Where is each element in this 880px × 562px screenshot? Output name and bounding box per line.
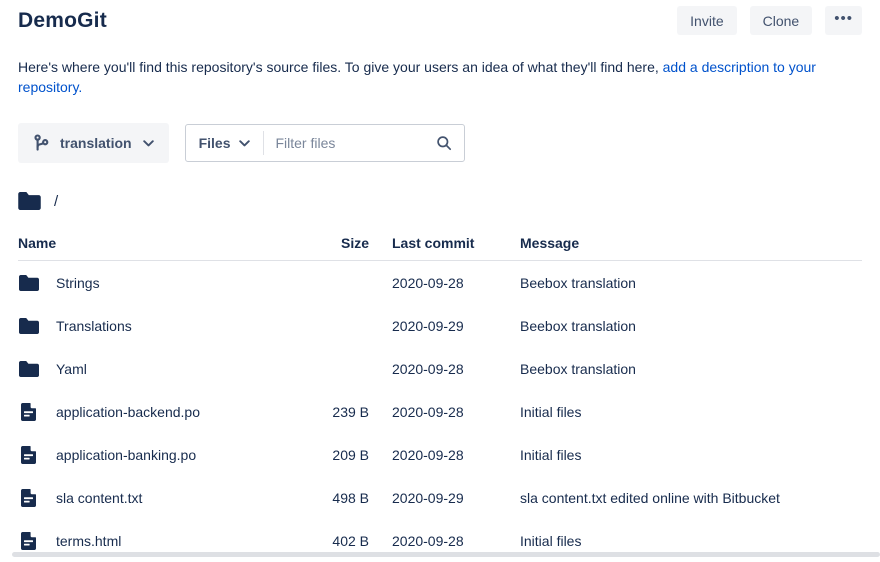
row-message: sla content.txt edited online with Bitbu… bbox=[520, 490, 862, 506]
chevron-down-icon bbox=[143, 140, 154, 147]
row-size: 239 B bbox=[309, 404, 369, 420]
row-name-link[interactable]: application-backend.po bbox=[56, 404, 200, 420]
current-path[interactable]: / bbox=[54, 193, 58, 210]
ellipsis-icon: ••• bbox=[834, 11, 853, 26]
row-last-commit: 2020-09-28 bbox=[369, 447, 520, 463]
row-last-commit: 2020-09-28 bbox=[369, 275, 520, 291]
header-actions: Invite Clone ••• bbox=[677, 6, 862, 35]
row-name-link[interactable]: Yaml bbox=[56, 361, 87, 377]
row-last-commit: 2020-09-29 bbox=[369, 490, 520, 506]
row-last-commit: 2020-09-28 bbox=[369, 361, 520, 377]
folder-icon bbox=[18, 361, 39, 377]
header-last-commit: Last commit bbox=[369, 235, 520, 251]
table-row[interactable]: application-banking.po 209 B 2020-09-28 … bbox=[18, 433, 862, 476]
source-controls: translation Files bbox=[18, 123, 862, 163]
row-name-link[interactable]: Translations bbox=[56, 318, 132, 334]
file-icon bbox=[18, 403, 39, 421]
description-text: Here's where you'll find this repository… bbox=[18, 59, 663, 75]
row-name-link[interactable]: terms.html bbox=[56, 533, 121, 549]
row-last-commit: 2020-09-28 bbox=[369, 404, 520, 420]
row-message: Beebox translation bbox=[520, 275, 862, 291]
filter-type-label: Files bbox=[199, 135, 231, 151]
page-title: DemoGit bbox=[18, 9, 107, 33]
file-icon bbox=[18, 446, 39, 464]
row-size: 209 B bbox=[309, 447, 369, 463]
invite-button[interactable]: Invite bbox=[677, 6, 736, 35]
row-size: 402 B bbox=[309, 533, 369, 549]
horizontal-scrollbar[interactable] bbox=[12, 552, 880, 557]
page-header: DemoGit Invite Clone ••• bbox=[18, 0, 862, 36]
table-row[interactable]: Strings 2020-09-28 Beebox translation bbox=[18, 261, 862, 304]
row-message: Beebox translation bbox=[520, 361, 862, 377]
table-row[interactable]: Translations 2020-09-29 Beebox translati… bbox=[18, 304, 862, 347]
row-message: Initial files bbox=[520, 533, 862, 549]
table-header-row: Name Size Last commit Message bbox=[18, 235, 862, 261]
branch-selector[interactable]: translation bbox=[18, 123, 169, 163]
more-options-button[interactable]: ••• bbox=[825, 6, 862, 35]
row-last-commit: 2020-09-28 bbox=[369, 533, 520, 549]
row-message: Initial files bbox=[520, 404, 862, 420]
folder-icon bbox=[18, 318, 39, 334]
breadcrumb: / bbox=[18, 191, 862, 211]
filter-files-input[interactable] bbox=[264, 135, 435, 151]
repo-description: Here's where you'll find this repository… bbox=[18, 57, 862, 97]
header-message: Message bbox=[520, 235, 862, 251]
table-row[interactable]: application-backend.po 239 B 2020-09-28 … bbox=[18, 390, 862, 433]
file-table: Name Size Last commit Message Strings 20… bbox=[18, 235, 862, 562]
file-filter-group: Files bbox=[185, 124, 465, 162]
row-message: Beebox translation bbox=[520, 318, 862, 334]
file-icon bbox=[18, 489, 39, 507]
row-name-link[interactable]: Strings bbox=[56, 275, 100, 291]
header-name: Name bbox=[18, 235, 309, 251]
header-size: Size bbox=[309, 235, 369, 251]
clone-button[interactable]: Clone bbox=[750, 6, 813, 35]
branch-name: translation bbox=[60, 135, 132, 151]
folder-icon bbox=[18, 192, 41, 210]
search-icon bbox=[436, 135, 464, 151]
row-message: Initial files bbox=[520, 447, 862, 463]
filter-type-dropdown[interactable]: Files bbox=[186, 125, 264, 161]
folder-icon bbox=[18, 275, 39, 291]
row-last-commit: 2020-09-29 bbox=[369, 318, 520, 334]
chevron-down-icon bbox=[239, 140, 250, 147]
table-row[interactable]: Yaml 2020-09-28 Beebox translation bbox=[18, 347, 862, 390]
row-size: 498 B bbox=[309, 490, 369, 506]
table-row[interactable]: sla content.txt 498 B 2020-09-29 sla con… bbox=[18, 476, 862, 519]
row-name-link[interactable]: sla content.txt bbox=[56, 490, 142, 506]
file-icon bbox=[18, 532, 39, 550]
git-branch-icon bbox=[33, 134, 49, 152]
file-table-body: Strings 2020-09-28 Beebox translation Tr… bbox=[18, 261, 862, 562]
row-name-link[interactable]: application-banking.po bbox=[56, 447, 196, 463]
